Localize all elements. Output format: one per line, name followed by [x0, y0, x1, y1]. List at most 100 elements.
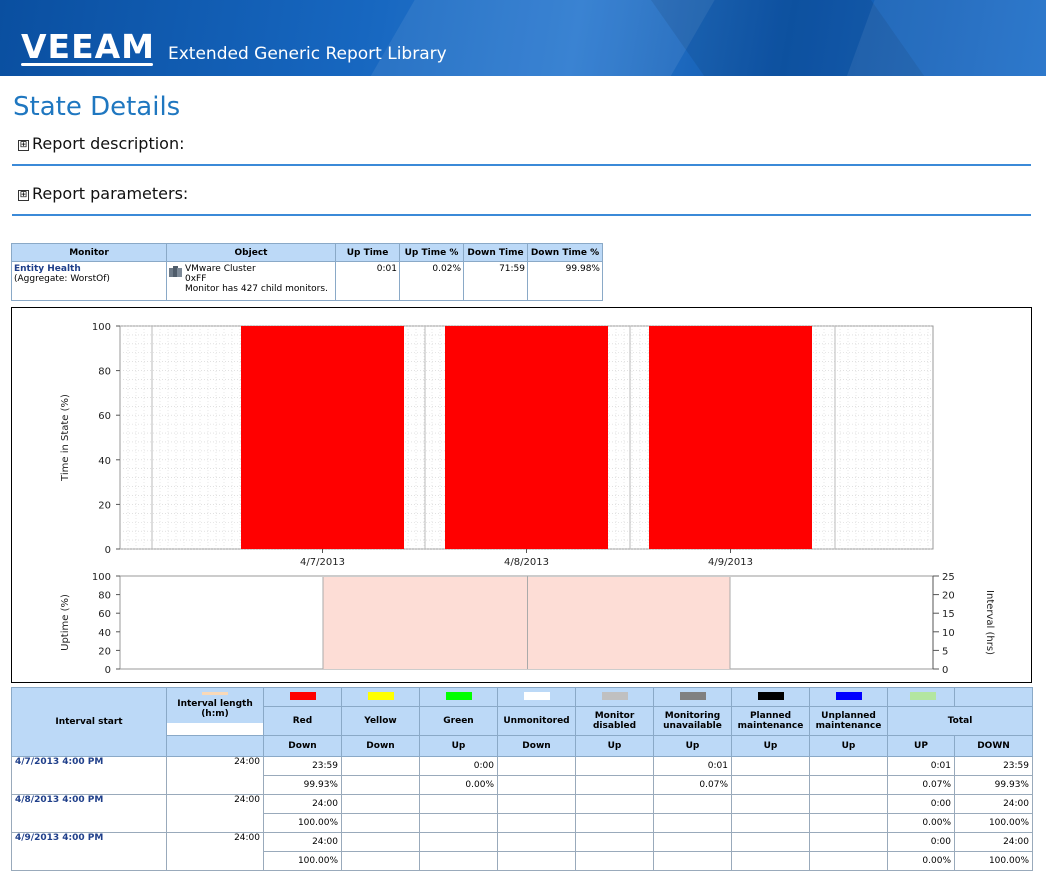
state-percent-value: [731, 813, 810, 833]
col-header-state: Monitor disabled: [575, 706, 654, 736]
col-header-interval-start: Interval start: [11, 687, 167, 757]
total-down-value: 24:00: [954, 794, 1033, 814]
state-percent-value: [809, 775, 888, 795]
report-parameters-label[interactable]: Report parameters:: [32, 184, 188, 203]
state-percent-value: [575, 813, 654, 833]
x-tick-label: 4/7/2013: [300, 557, 345, 568]
report-description-label[interactable]: Report description:: [32, 134, 184, 153]
state-duration-value: [731, 794, 810, 814]
down-time-pct-value: 99.98%: [527, 261, 603, 301]
y-tick-label: 60: [98, 609, 111, 620]
interval-start-link[interactable]: 4/7/2013 4:00 PM: [15, 757, 103, 767]
report-parameters-section[interactable]: ⊞ Report parameters:: [12, 178, 1031, 216]
state-color-swatch: [679, 691, 706, 700]
col-header-state: Monitoring unavailable: [653, 706, 732, 736]
cluster-icon: [169, 266, 182, 277]
interval-start-link[interactable]: 4/9/2013 4:00 PM: [15, 833, 103, 843]
x-tick-label: 4/8/2013: [504, 557, 549, 568]
col-header-state: Yellow: [341, 706, 420, 736]
state-percent-value: [809, 813, 888, 833]
state-duration-value: [809, 756, 888, 776]
y2-tick-label: 0: [942, 665, 948, 676]
col-header-state: Green: [419, 706, 498, 736]
state-duration-value: [809, 832, 888, 852]
legend-swatch-cell: [887, 687, 955, 707]
total-swatch: [910, 691, 936, 700]
col-header-state-type: Up: [419, 735, 498, 757]
state-percent-value: [497, 775, 576, 795]
interval-start-link[interactable]: 4/8/2013 4:00 PM: [15, 795, 103, 805]
report-description-section[interactable]: ⊞ Report description:: [12, 128, 1031, 166]
object-id: 0xFF: [185, 274, 207, 284]
state-percent-value: [653, 851, 732, 871]
state-color-swatch: [289, 691, 316, 700]
col-header-state-type: Up: [809, 735, 888, 757]
col-header-state-type: Up: [575, 735, 654, 757]
state-percent-value: 100.00%: [263, 813, 342, 833]
y2-tick-label: 25: [942, 572, 955, 583]
expand-icon[interactable]: ⊞: [18, 140, 29, 151]
y-axis-label-2: Uptime (%): [60, 594, 71, 651]
legend-swatch-cell: [731, 687, 810, 707]
state-percent-value: [731, 775, 810, 795]
state-percent-value: [575, 775, 654, 795]
chart-panel: 4/7/2013 4/8/2013 4/9/2013 0 20 40 60 80 100 Time…: [11, 307, 1032, 683]
up-time-value: 0:01: [335, 261, 400, 301]
state-color-swatch: [757, 691, 784, 700]
state-color-swatch: [835, 691, 862, 700]
total-down-value: 24:00: [954, 832, 1033, 852]
table-row: Entity Health (Aggregate: WorstOf) VMwar…: [11, 261, 603, 301]
table-row: 4/9/2013 4:00 PM 24:00 24:00 0:00 24:00: [11, 832, 1033, 871]
col-header-total: Total: [887, 706, 1033, 736]
y-tick-label: 80: [98, 591, 111, 602]
state-percent-value: [497, 813, 576, 833]
col-header-down-time-pct: Down Time %: [527, 243, 603, 262]
down-time-value: 71:59: [463, 261, 528, 301]
state-duration-value: 0:01: [653, 756, 732, 776]
logo-text: VEEAM: [21, 27, 156, 66]
state-percent-value: [341, 851, 420, 871]
col-header-up-time: Up Time: [335, 243, 400, 262]
y-tick-label: 40: [98, 456, 111, 467]
state-percent-value: [809, 851, 888, 871]
state-percent-value: [497, 851, 576, 871]
library-title: Extended Generic Report Library: [168, 44, 447, 64]
state-percent-value: 100.00%: [263, 851, 342, 871]
legend-swatch-cell: [954, 687, 1033, 707]
y-tick-label: 20: [98, 646, 111, 657]
monitor-link[interactable]: Entity Health: [14, 264, 164, 274]
y-tick-label: 0: [105, 665, 111, 676]
col-header-up-time-pct: Up Time %: [399, 243, 464, 262]
state-detail-table: Interval start Interval length (h:m) Red Ye…: [11, 687, 1033, 871]
table-row: 4/8/2013 4:00 PM 24:00 24:00 0:00 24:00: [11, 794, 1033, 833]
state-percent-value: [575, 851, 654, 871]
state-color-swatch: [523, 691, 550, 700]
col-header-state-type: Down: [263, 735, 342, 757]
bar: [649, 326, 812, 549]
monitor-cell[interactable]: Entity Health (Aggregate: WorstOf): [11, 261, 167, 301]
state-percent-value: [731, 851, 810, 871]
col-header-interval-length: Interval length (h:m): [166, 694, 264, 724]
state-percent-value: [653, 813, 732, 833]
legend-swatch-cell: [341, 687, 420, 707]
interval-length-value: 24:00: [166, 794, 264, 833]
total-up-percent: 0.00%: [887, 851, 955, 871]
logo-swoosh: [21, 63, 153, 66]
state-duration-value: [419, 794, 498, 814]
y-tick-label: 20: [98, 500, 111, 511]
state-duration-value: [497, 832, 576, 852]
y2-tick-label: 20: [942, 591, 955, 602]
state-duration-value: [575, 794, 654, 814]
state-duration-value: [809, 794, 888, 814]
legend-swatch-cell: [653, 687, 732, 707]
state-duration-value: [653, 832, 732, 852]
col-header-monitor: Monitor: [11, 243, 167, 262]
col-header-state-type: Down: [497, 735, 576, 757]
state-duration-value: 24:00: [263, 832, 342, 852]
col-header-state: Unmonitored: [497, 706, 576, 736]
y-tick-label: 100: [92, 322, 111, 333]
state-color-swatch: [601, 691, 628, 700]
expand-icon[interactable]: ⊞: [18, 190, 29, 201]
state-percent-value: [341, 775, 420, 795]
legend-swatch-cell: [575, 687, 654, 707]
